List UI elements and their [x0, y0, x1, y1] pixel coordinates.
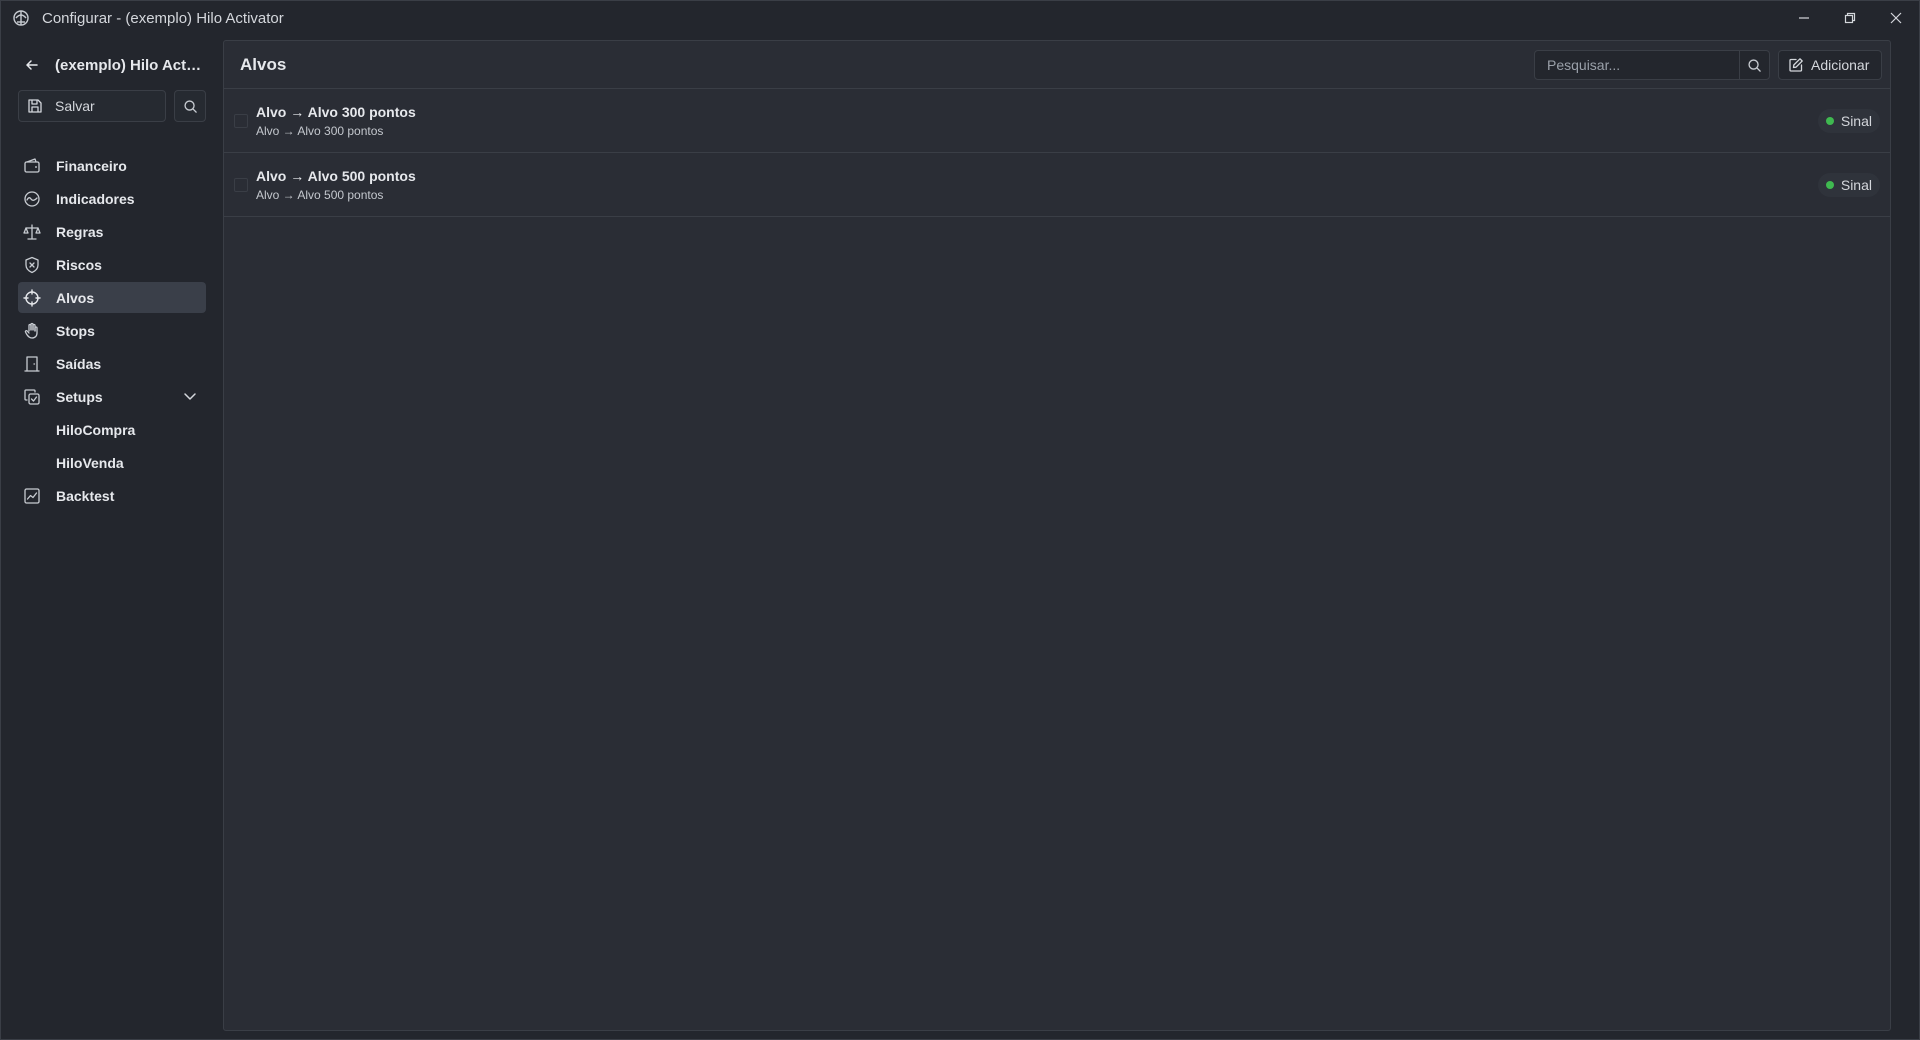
sidebar-item-regras[interactable]: Regras	[18, 216, 206, 247]
edit-icon	[1788, 57, 1804, 73]
save-label: Salvar	[55, 98, 95, 114]
window-title: Configurar - (exemplo) Hilo Activator	[42, 9, 284, 27]
search-icon	[1748, 58, 1761, 72]
status-badge: Sinal	[1817, 173, 1880, 197]
chart-line-icon	[23, 487, 41, 505]
panel-header: Alvos Adicionar	[224, 41, 1890, 89]
item-subtitle: Alvo → Alvo 300 pontos	[256, 124, 384, 138]
item-subtitle: Alvo → Alvo 500 pontos	[256, 188, 384, 202]
targets-list: Alvo → Alvo 300 pontos Alvo → Alvo 300 p…	[224, 89, 1890, 217]
window-controls	[1781, 1, 1919, 35]
arrow-left-icon	[23, 56, 41, 74]
sidebar-item-backtest[interactable]: Backtest	[18, 480, 206, 511]
sidebar-nav: Financeiro Indicadores Regras Riscos Alv…	[18, 150, 206, 513]
sidebar-item-setups[interactable]: Setups	[18, 381, 206, 412]
row-checkbox[interactable]	[234, 178, 248, 192]
app-window: Configurar - (exemplo) Hilo Activator (e…	[0, 0, 1920, 1040]
copy-check-icon	[23, 388, 41, 406]
sidebar-item-alvos[interactable]: Alvos	[18, 282, 206, 313]
add-label: Adicionar	[1811, 57, 1870, 73]
sidebar-item-hilocompra[interactable]: HiloCompra	[18, 414, 206, 445]
row-checkbox[interactable]	[234, 114, 248, 128]
hand-icon	[23, 322, 41, 340]
search-icon	[183, 99, 197, 113]
search-box	[1534, 50, 1770, 80]
add-button[interactable]: Adicionar	[1778, 50, 1882, 80]
crosshair-icon	[23, 288, 41, 307]
status-dot-icon	[1825, 181, 1834, 189]
sidebar-item-saidas[interactable]: Saídas	[18, 348, 206, 379]
title-bar: Configurar - (exemplo) Hilo Activator	[1, 1, 1919, 35]
close-button[interactable]	[1873, 1, 1919, 35]
door-icon	[23, 355, 41, 373]
list-item[interactable]: Alvo → Alvo 500 pontos Alvo → Alvo 500 p…	[224, 153, 1890, 217]
item-title: Alvo → Alvo 500 pontos	[256, 168, 416, 184]
sidebar-item-stops[interactable]: Stops	[18, 315, 206, 346]
status-badge: Sinal	[1817, 109, 1880, 133]
strategy-name: (exemplo) Hilo Activ...	[55, 56, 205, 74]
wallet-icon	[23, 157, 41, 175]
sidebar-search-button[interactable]	[174, 90, 206, 122]
restore-button[interactable]	[1827, 1, 1873, 35]
search-input[interactable]	[1535, 51, 1739, 79]
sidebar-item-indicadores[interactable]: Indicadores	[18, 183, 206, 214]
shield-x-icon	[23, 256, 41, 274]
chevron-down-icon[interactable]	[182, 388, 198, 404]
minimize-button[interactable]	[1781, 1, 1827, 35]
save-icon	[27, 98, 43, 114]
list-item[interactable]: Alvo → Alvo 300 pontos Alvo → Alvo 300 p…	[224, 89, 1890, 153]
main-panel: Alvos Adicionar	[223, 40, 1891, 1031]
sidebar: (exemplo) Hilo Activ... Salvar Financeir…	[1, 35, 223, 1039]
app-logo-icon	[12, 9, 30, 27]
search-button[interactable]	[1739, 51, 1769, 79]
save-button[interactable]: Salvar	[18, 90, 166, 122]
sidebar-item-financeiro[interactable]: Financeiro	[18, 150, 206, 181]
item-title: Alvo → Alvo 300 pontos	[256, 104, 416, 120]
sidebar-item-riscos[interactable]: Riscos	[18, 249, 206, 280]
scale-icon	[23, 223, 41, 241]
sidebar-item-hilovenda[interactable]: HiloVenda	[18, 447, 206, 478]
back-button[interactable]: (exemplo) Hilo Activ...	[17, 51, 207, 79]
page-title: Alvos	[240, 54, 287, 74]
status-dot-icon	[1825, 117, 1834, 125]
activity-icon	[23, 190, 41, 208]
